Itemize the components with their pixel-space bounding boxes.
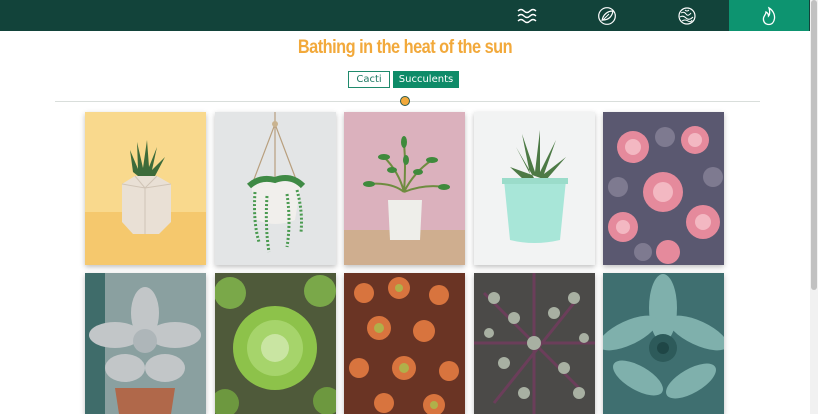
filter-cacti-button[interactable]: Cacti — [348, 71, 390, 88]
nav-item-leaf[interactable] — [567, 0, 647, 31]
filter-succulents-button[interactable]: Succulents — [393, 71, 459, 88]
scrollbar-thumb[interactable] — [811, 0, 817, 290]
gallery-photo-green-sempervivum[interactable] — [215, 273, 336, 414]
gallery-photo-hanging-plant[interactable] — [215, 112, 336, 265]
green-sempervivum-photo — [215, 273, 336, 414]
gallery-photo-jade-plant[interactable] — [344, 112, 465, 265]
gallery-photo-red-sedum[interactable] — [344, 273, 465, 414]
coral-icon — [678, 6, 696, 25]
nav-item-coral[interactable] — [647, 0, 727, 31]
scrollbar[interactable] — [810, 0, 818, 414]
grey-purple-succulent-photo — [474, 273, 595, 414]
nav-item-flame[interactable] — [729, 0, 809, 31]
leaf-icon — [598, 6, 616, 25]
potted-aloe-photo — [85, 112, 206, 265]
blue-agave-photo — [603, 273, 724, 414]
jade-plant-photo — [344, 112, 465, 265]
flame-icon — [762, 6, 776, 25]
haworthia-photo — [474, 112, 595, 265]
gallery-photo-haworthia[interactable] — [474, 112, 595, 265]
divider-dot-ornament — [400, 95, 410, 106]
top-nav-bar — [0, 0, 810, 31]
gallery-photo-potted-aloe[interactable] — [85, 112, 206, 265]
red-sedum-photo — [344, 273, 465, 414]
gallery-photo-grey-echeveria[interactable] — [85, 273, 206, 414]
pink-echeveria-photo — [603, 112, 724, 265]
gallery-photo-pink-echeveria[interactable] — [603, 112, 724, 265]
page-title: Bathing in the heat of the sun — [297, 37, 513, 58]
hanging-plant-photo — [215, 112, 336, 265]
gallery-photo-blue-agave[interactable] — [603, 273, 724, 414]
waves-icon — [517, 8, 537, 23]
grey-echeveria-photo — [85, 273, 206, 414]
gallery-photo-grey-purple-succulent[interactable] — [474, 273, 595, 414]
nav-item-waves[interactable] — [487, 0, 567, 31]
